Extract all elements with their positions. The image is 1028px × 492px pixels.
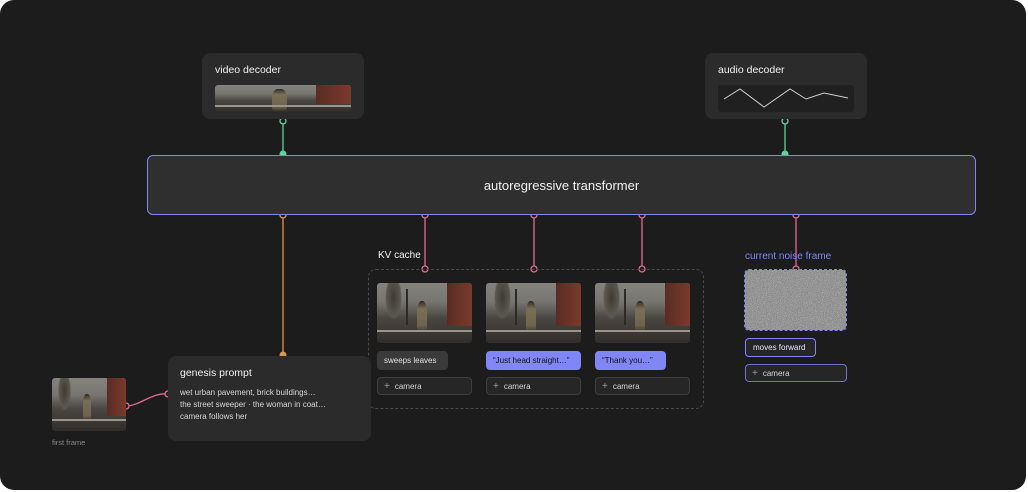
- video-decoder-title: video decoder: [215, 64, 281, 76]
- camera-label: camera: [503, 381, 531, 391]
- kv-frame-1: [377, 283, 472, 343]
- audio-decoder-panel: audio decoder: [705, 53, 867, 119]
- diagram-canvas: video decoder audio decoder autoregressi…: [0, 0, 1026, 490]
- first-frame-label: first frame: [52, 438, 86, 447]
- kv-caption-1: sweeps leaves: [377, 351, 448, 370]
- plus-icon: +: [384, 380, 390, 392]
- camera-label: camera: [762, 368, 790, 378]
- audio-waveform: [718, 85, 854, 112]
- video-decoder-strip: [215, 85, 351, 112]
- transformer-label: autoregressive transformer: [483, 177, 640, 193]
- kv-camera-1: + camera: [377, 377, 472, 395]
- genesis-line-2: the street sweeper · the woman in coat…: [180, 400, 326, 409]
- genesis-title: genesis prompt: [180, 367, 252, 379]
- noise-frame-label: current noise frame: [745, 251, 832, 262]
- kv-frame-2: [486, 283, 581, 343]
- video-decoder-panel: video decoder: [202, 53, 364, 119]
- plus-icon: +: [493, 380, 499, 392]
- noise-texture: [745, 270, 846, 330]
- first-frame-wire: [125, 393, 169, 407]
- kv-frame-3: [595, 283, 690, 343]
- kv-caption-2: “Just head straight…”: [486, 351, 581, 370]
- waveform-icon: [723, 88, 849, 108]
- kv-cache-label: KV cache: [378, 250, 421, 261]
- genesis-line-3: camera follows her: [180, 412, 248, 421]
- genesis-prompt-panel: genesis prompt wet urban pavement, brick…: [168, 356, 371, 441]
- kv-camera-2: + camera: [486, 377, 581, 395]
- transformer-block: autoregressive transformer: [147, 155, 976, 215]
- noise-caption: moves forward: [745, 338, 816, 357]
- audio-decoder-title: audio decoder: [718, 64, 785, 76]
- noise-camera: + camera: [745, 364, 847, 382]
- noise-frame: [744, 269, 847, 331]
- plus-icon: +: [602, 380, 608, 392]
- kv-camera-3: + camera: [595, 377, 690, 395]
- plus-icon: +: [752, 367, 758, 379]
- camera-label: camera: [394, 381, 422, 391]
- kv-caption-3: “Thank you…”: [595, 351, 666, 370]
- connection-wires: [122, 117, 800, 410]
- camera-label: camera: [612, 381, 640, 391]
- genesis-text: wet urban pavement, brick buildings… the…: [180, 387, 326, 423]
- first-frame-image: [52, 378, 126, 431]
- genesis-line-1: wet urban pavement, brick buildings…: [180, 388, 316, 397]
